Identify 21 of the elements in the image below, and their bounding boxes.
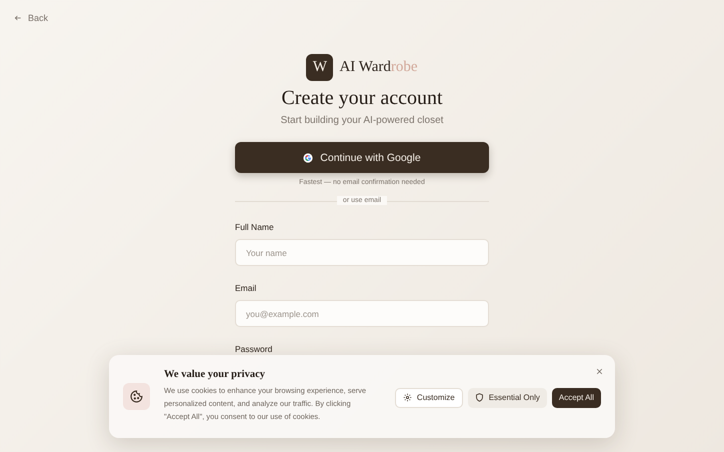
field-label: Email (235, 283, 258, 293)
google-icon (303, 152, 314, 162)
field-label: Password (235, 344, 274, 354)
page-title: Create your account (281, 87, 443, 110)
banner-button[interactable]: Customize (394, 388, 463, 408)
brand-name: AI Wardrobe (339, 59, 418, 76)
shield-icon (474, 393, 484, 402)
page-subtitle: Start building your AI-powered closet (280, 115, 444, 126)
google-button[interactable]: Continue with Google (235, 142, 489, 173)
cookie-icon (130, 390, 143, 403)
back-link[interactable]: Back (14, 13, 48, 23)
arrow-left-icon (14, 14, 22, 22)
input-field[interactable]: you@example.com (235, 300, 489, 327)
accept-button[interactable]: Accept All (552, 388, 601, 408)
close-icon (596, 368, 602, 374)
logo-mark: W (306, 54, 334, 81)
field-label: Full Name (235, 222, 275, 232)
input-field[interactable]: Your name (235, 239, 489, 266)
settings-icon (402, 393, 412, 402)
banner-button[interactable]: Essential Only (468, 388, 547, 408)
banner-title: We value your privacy (164, 368, 266, 380)
